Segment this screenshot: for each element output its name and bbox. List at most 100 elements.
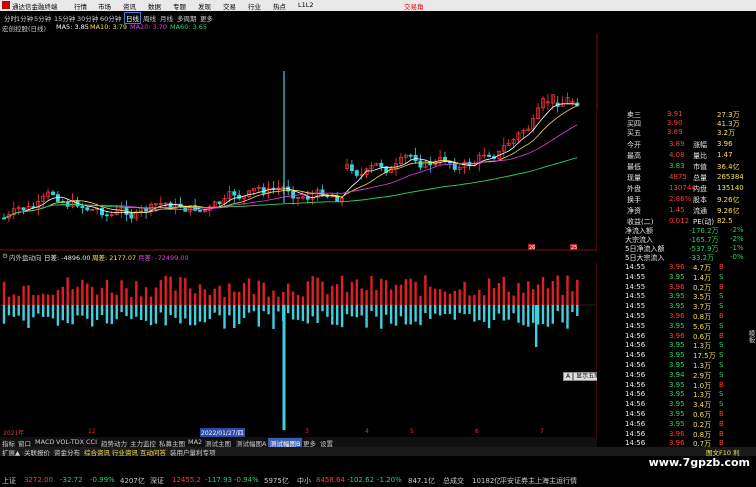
tab-vol-tdx[interactable]: VOL-TDX: [56, 438, 84, 446]
period-multi[interactable]: 多周期: [177, 13, 197, 23]
index-name-sz[interactable]: 深证: [150, 476, 164, 486]
flow-bar-up: [193, 293, 197, 305]
flow-bar-down: [375, 305, 378, 317]
ma60-label: MA60: 3.65: [170, 23, 208, 31]
flow-bar-up: [551, 281, 554, 305]
menu-item-hot[interactable]: 热点: [273, 1, 286, 11]
flow-bar-up: [473, 294, 476, 305]
stat-value: 0.012: [669, 217, 690, 225]
flow-bar-up: [120, 280, 123, 305]
related-quotes-tab[interactable]: 关联报价: [24, 447, 50, 457]
flow-bar-up: [61, 286, 64, 305]
period-monthly[interactable]: 月线: [160, 13, 173, 23]
flow-bar-down: [370, 305, 373, 312]
user-special-tab[interactable]: 装用户量利专项: [170, 447, 216, 457]
stat-value: 1.45: [669, 206, 685, 214]
index-pct-sh: -0.99%: [90, 476, 115, 484]
menu-item-trade[interactable]: 交易: [223, 1, 236, 11]
period-15min[interactable]: 15分钟: [54, 13, 75, 23]
flow-bar-up: [2, 282, 6, 305]
trade-volume: 2.9万: [693, 371, 712, 380]
period-more[interactable]: 更多: [200, 13, 213, 23]
stat-label: 涨幅: [693, 141, 707, 149]
menu-item-exchange[interactable]: 市场: [98, 1, 111, 11]
trade-volume: 1.3万: [693, 362, 712, 370]
flow-bar-up: [434, 288, 437, 305]
trade-direction: S: [719, 272, 724, 281]
flow-bar-up: [296, 294, 300, 305]
ma60-line: [3, 157, 578, 219]
tab-macd[interactable]: MACD: [35, 438, 54, 446]
panel-row: 大宗流入 -165.7万 -2%: [597, 235, 756, 244]
flow-chart[interactable]: 50000-5000-10000-15000-20000: [0, 262, 630, 437]
index-name-sme[interactable]: 中小: [297, 476, 311, 486]
flow-settings-icon[interactable]: ⚙: [2, 252, 8, 260]
panel-row: 外盘 130744 内盘 135140: [597, 184, 756, 193]
qa-tab[interactable]: 互动问答: [140, 447, 166, 457]
period-weekly[interactable]: 周线: [143, 13, 156, 23]
flow-bar-up: [252, 294, 256, 305]
candle-body: [413, 154, 418, 162]
flow-bar-down: [105, 305, 109, 324]
flow-bar-up: [571, 291, 574, 305]
price-chart[interactable]: 3.653.603.553.503.453.403.353.303.253.20…: [0, 33, 630, 251]
x-label-cursor-date: 2022/01/27/四: [200, 428, 245, 437]
flow-bar-down: [535, 305, 538, 347]
menu-item-l1l2[interactable]: L1L2: [298, 1, 314, 9]
flow-bar-up: [56, 290, 60, 305]
popup-a-button[interactable]: A: [563, 372, 574, 381]
industry-news-tab[interactable]: 行业资讯: [112, 447, 138, 457]
flow-bar-down: [218, 305, 221, 316]
flow-bar-down: [267, 305, 270, 315]
flow-bar-up: [154, 287, 158, 305]
trade-volume: 4.7万: [693, 264, 712, 272]
menu-item-market[interactable]: 行情: [74, 1, 87, 11]
side-template-tab[interactable]: 模板: [742, 330, 756, 430]
flow-bar-up: [536, 284, 540, 305]
period-5min[interactable]: 5分钟: [34, 13, 51, 23]
expand-button[interactable]: 扩展▲: [2, 447, 20, 457]
menu-item-data[interactable]: 数据: [148, 1, 161, 11]
trade-volume: 0.2万: [693, 283, 712, 292]
candle-body: [85, 207, 90, 211]
flow-bar-up: [394, 284, 398, 305]
flow-bar-up: [169, 276, 172, 305]
menu-item-industry[interactable]: 行业: [248, 1, 261, 11]
tab-cci[interactable]: CCI: [86, 438, 97, 446]
menu-item-news[interactable]: 资讯: [123, 1, 136, 11]
flow-bar-up: [247, 278, 251, 305]
period-30min[interactable]: 30分钟: [77, 13, 98, 23]
panel-row: 14:55 3.95 3.5万 S: [597, 292, 756, 301]
trade-time: 14:55: [625, 272, 646, 281]
flow-pct: -2%: [730, 226, 744, 234]
general-news-tab[interactable]: 综合资讯: [84, 447, 110, 457]
flow-bar-up: [487, 278, 491, 305]
x-label-year: 2021年: [3, 430, 25, 437]
flow-bar-down: [502, 305, 505, 321]
period-60min[interactable]: 60分钟: [100, 13, 121, 23]
panel-row: 现量 4875 总量 265384: [597, 173, 756, 182]
flow-bar-up: [522, 292, 525, 305]
flow-bar-up: [429, 286, 432, 305]
menu-item-discover[interactable]: 发现: [198, 1, 211, 11]
candle-body: [168, 202, 173, 210]
flow-bar-up: [291, 291, 295, 305]
x-label-6: 6: [475, 428, 479, 435]
fund-distribution-tab[interactable]: 资金分布: [54, 447, 80, 457]
panel-row: 5日净流入额 -537.9万 -1%: [597, 244, 756, 253]
trade-corner-button[interactable]: 交易角: [404, 1, 424, 11]
flow-bar-down: [272, 305, 275, 329]
flow-bar-down: [551, 305, 554, 324]
flow-bar-up: [203, 289, 207, 305]
index-pct-sme: -1.20%: [377, 476, 402, 484]
flow-bar-series: [0, 275, 597, 430]
index-name-sh[interactable]: 上证: [2, 476, 16, 486]
tab-ma2[interactable]: MA2: [188, 438, 202, 446]
panel-row: 14:56 3.96 0.6万 B: [597, 332, 756, 341]
menu-item-topic[interactable]: 专题: [173, 1, 186, 11]
period-1min[interactable]: 1分钟: [16, 13, 33, 23]
flow-bar-down: [130, 305, 133, 320]
book-price: 3.89: [667, 128, 683, 136]
flow-bar-down: [228, 305, 231, 316]
ma20-label: MA20: 3.70: [130, 23, 168, 31]
